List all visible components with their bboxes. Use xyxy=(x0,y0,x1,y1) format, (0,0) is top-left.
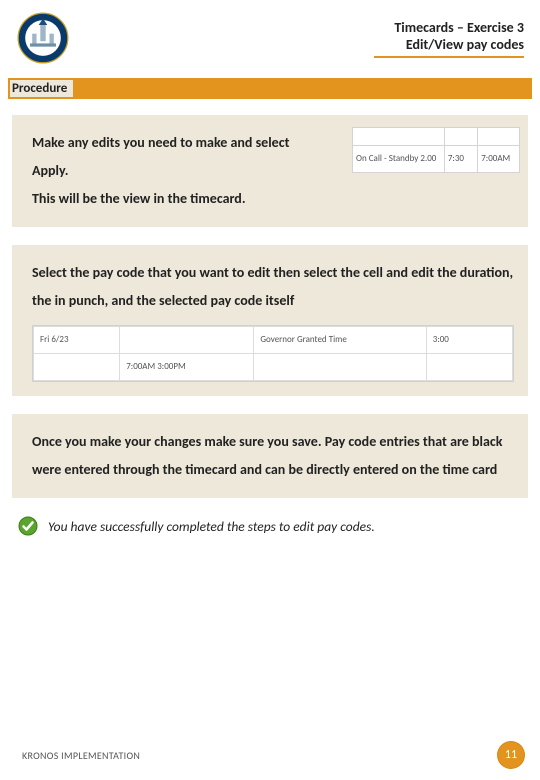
timecard-snippet-2: Fri 6/23 Governor Granted Time 3:00 7:00… xyxy=(32,325,514,382)
step-block-1: Make any edits you need to make and sele… xyxy=(12,115,528,227)
snippet1-in: 7:00AM xyxy=(478,146,520,173)
step2-text: Select the pay code that you want to edi… xyxy=(32,259,514,315)
checkmark-icon xyxy=(18,516,38,536)
header-title-line2: Edit/View pay codes xyxy=(374,36,524,54)
success-line: You have successfully completed the step… xyxy=(18,516,528,536)
snippet2-amount: 3:00 xyxy=(426,327,512,354)
snippet2-paycode: Governor Granted Time xyxy=(254,327,426,354)
header-title-block: Timecards – Exercise 3 Edit/View pay cod… xyxy=(374,19,524,58)
step1-text-a: Make any edits you need to make and sele… xyxy=(32,129,302,185)
snippet2-span: 7:00AM 3:00PM xyxy=(120,354,254,381)
timecard-snippet-1: On Call - Standby 2.00 7:30 7:00AM xyxy=(352,127,520,173)
snippet1-duration: 7:30 xyxy=(444,146,477,173)
success-text: You have successfully completed the step… xyxy=(48,518,375,535)
page-header: Timecards – Exercise 3 Edit/View pay cod… xyxy=(0,0,540,74)
page-footer: KRONOS IMPLEMENTATION 11 xyxy=(0,742,540,768)
snippet2-date: Fri 6/23 xyxy=(34,327,120,354)
step-block-2: Select the pay code that you want to edi… xyxy=(12,245,528,396)
state-seal-icon xyxy=(16,11,70,65)
step3-text: Once you make your changes make sure you… xyxy=(32,428,514,484)
procedure-label: Procedure xyxy=(10,80,73,97)
header-underline xyxy=(374,56,524,58)
page-number-badge: 11 xyxy=(498,742,524,768)
snippet1-paycode: On Call - Standby 2.00 xyxy=(353,146,445,173)
step-block-3: Once you make your changes make sure you… xyxy=(12,414,528,498)
footer-label: KRONOS IMPLEMENTATION xyxy=(22,749,140,762)
header-title-line1: Timecards – Exercise 3 xyxy=(374,19,524,37)
procedure-bar: Procedure xyxy=(8,78,532,99)
step1-text-b: This will be the view in the timecard. xyxy=(32,185,514,213)
